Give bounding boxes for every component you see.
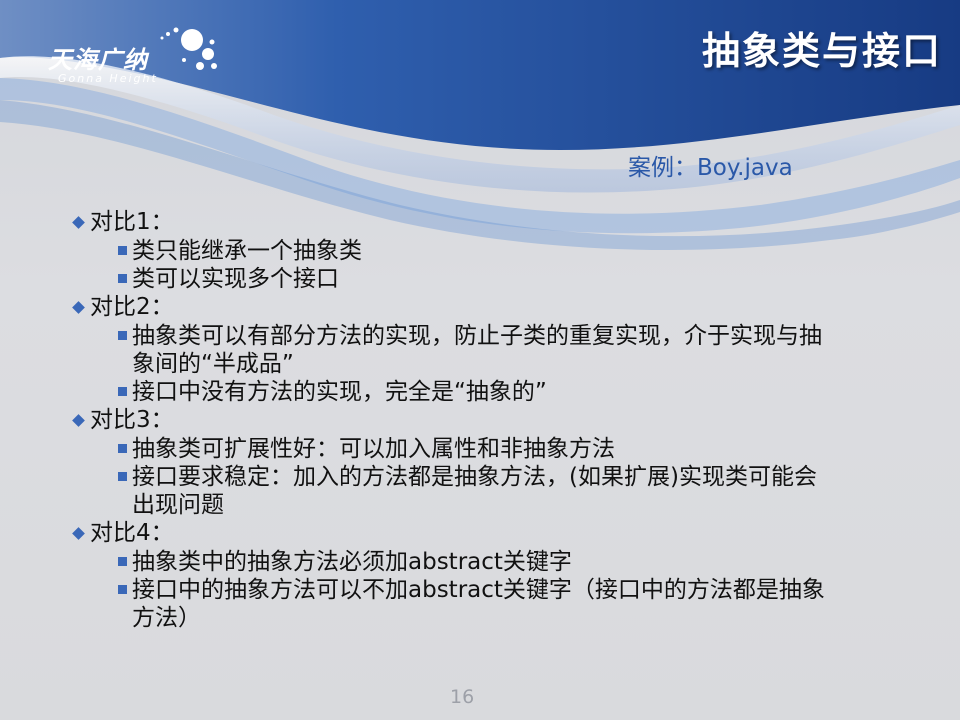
page-number: 16 bbox=[450, 686, 475, 708]
section-item: 接口要求稳定：加入的方法都是抽象方法，(如果扩展)实现类可能会出现问题 bbox=[118, 463, 832, 519]
section-heading: 对比1： bbox=[72, 208, 892, 237]
logo-bubbles-icon bbox=[160, 27, 217, 70]
content-body: 对比1： 类只能继承一个抽象类 类可以实现多个接口 对比2： 抽象类可以有部分方… bbox=[72, 208, 892, 632]
section-item: 类只能继承一个抽象类 bbox=[118, 237, 832, 265]
section-item: 抽象类中的抽象方法必须加abstract关键字 bbox=[118, 548, 832, 576]
logo: 天海广纳 Gonna Height bbox=[48, 24, 218, 94]
section-heading: 对比2： bbox=[72, 293, 892, 322]
section-item: 接口中没有方法的实现，完全是“抽象的” bbox=[118, 378, 832, 406]
logo-name-en: Gonna Height bbox=[58, 72, 158, 85]
section-item: 抽象类可以有部分方法的实现，防止子类的重复实现，介于实现与抽象间的“半成品” bbox=[118, 322, 832, 378]
section-item: 接口中的抽象方法可以不加abstract关键字（接口中的方法都是抽象方法） bbox=[118, 576, 832, 632]
section-item: 抽象类可扩展性好：可以加入属性和非抽象方法 bbox=[118, 435, 832, 463]
section-heading: 对比4： bbox=[72, 519, 892, 548]
logo-name-cn: 天海广纳 bbox=[48, 46, 148, 74]
slide: 天海广纳 Gonna Height 抽象类与接口 案例：Boy.java 对比1… bbox=[0, 0, 960, 720]
section-heading: 对比3： bbox=[72, 406, 892, 435]
section-item: 类可以实现多个接口 bbox=[118, 265, 832, 293]
example-label: 案例：Boy.java bbox=[628, 155, 793, 181]
slide-title: 抽象类与接口 bbox=[701, 29, 942, 73]
